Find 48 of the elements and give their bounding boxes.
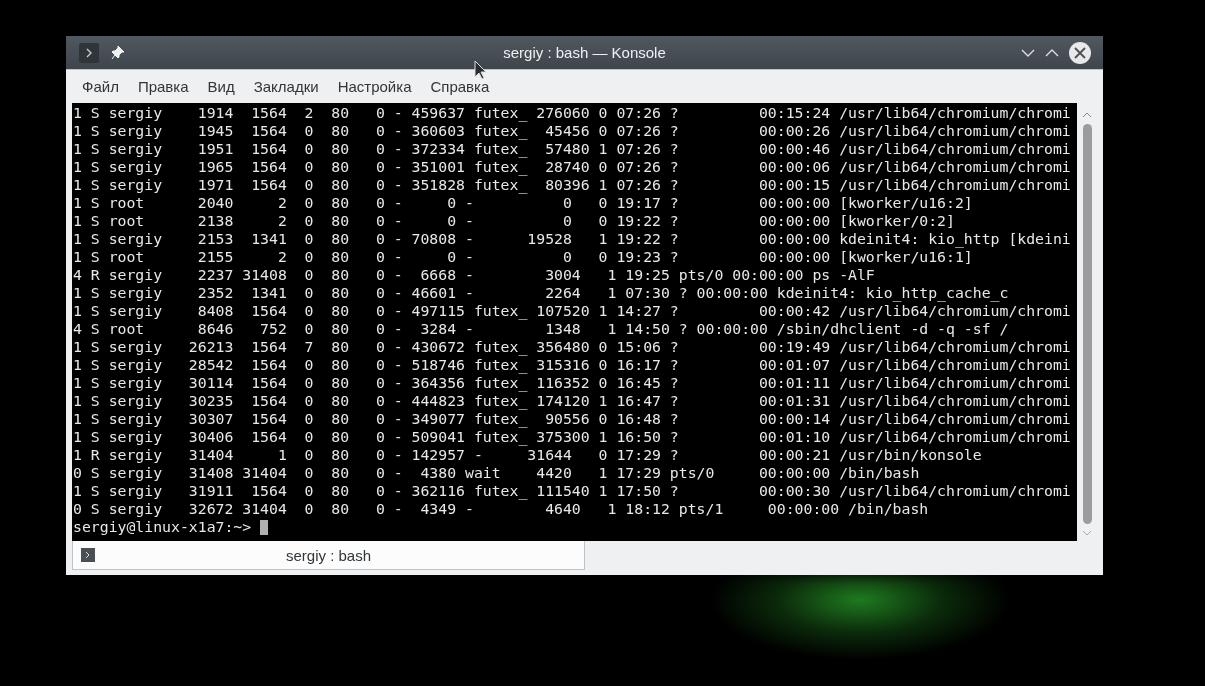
terminal-icon (81, 548, 95, 562)
chevron-up-icon (1045, 48, 1059, 57)
terminal-line: 0 S sergiy 31408 31404 0 80 0 - 4380 wait 4420 1 17:29 pts/0 00:00:00 /bin/bash (73, 464, 921, 482)
pin-icon (111, 45, 125, 60)
window-menu-button[interactable] (79, 42, 99, 63)
terminal-line: 1 S root 2040 2 0 80 0 - 0 - 0 0 19:17 ? 00:00:00 [kworker/u16:2] (73, 194, 974, 212)
terminal-line: 1 S sergiy 1914 1564 2 80 0 - 459637 futex_ 276060 0 07:26 ? 00:15:24 /usr/lib64/chromium/chromi (73, 104, 1072, 122)
chevron-down-icon[interactable] (1082, 530, 1092, 536)
window-title: sergiy : bash — Konsole (503, 44, 666, 61)
terminal-line: 1 S sergiy 30235 1564 0 80 0 - 444823 futex_ 174120 1 16:47 ? 00:01:31 /usr/lib64/chromium/chromi (73, 392, 1072, 410)
terminal-line: 1 S root 2155 2 0 80 0 - 0 - 0 0 19:23 ? 00:00:00 [kworker/u16:1] (73, 248, 974, 266)
close-icon (1074, 46, 1086, 59)
terminal-line: 1 S sergiy 30307 1564 0 80 0 - 349077 futex_ 90556 0 16:48 ? 00:00:14 /usr/lib64/chromium/chromi (73, 410, 1072, 428)
mouse-pointer-icon (474, 60, 487, 80)
terminal-line: 1 S sergiy 28542 1564 0 80 0 - 518746 futex_ 315316 0 16:17 ? 00:01:07 /usr/lib64/chromium/chromi (73, 356, 1072, 374)
menu-item[interactable]: Файл (74, 74, 127, 99)
terminal-line: 1 S sergiy 31911 1564 0 80 0 - 362116 futex_ 111540 1 17:50 ? 00:00:30 /usr/lib64/chromium/chromi (73, 482, 1072, 500)
close-button[interactable] (1069, 41, 1091, 64)
menu-item[interactable]: Справка (422, 74, 498, 99)
terminal-line: 1 S sergiy 2153 1341 0 80 0 - 70808 - 19528 1 19:22 ? 00:00:00 kdeinit4: kio_http [kdeini (73, 230, 1072, 248)
menu-item[interactable]: Настройка (329, 74, 420, 99)
terminal-line: 4 S root 8646 752 0 80 0 - 3284 - 1348 1 14:50 ? 00:00:00 /sbin/dhclient -d -q -sf / (73, 320, 1010, 338)
chevron-down-icon (1021, 48, 1035, 57)
terminal-line: 1 S sergiy 26213 1564 7 80 0 - 430672 futex_ 356480 0 15:06 ? 00:19:49 /usr/lib64/chromium/chromi (73, 338, 1072, 356)
terminal-line: 1 S sergiy 1945 1564 0 80 0 - 360603 futex_ 45456 0 07:26 ? 00:00:26 /usr/lib64/chromium/chromi (73, 122, 1072, 140)
terminal-line: 1 S sergiy 30406 1564 0 80 0 - 509041 futex_ 375300 1 16:50 ? 00:01:10 /usr/lib64/chromium/chromi (73, 428, 1072, 446)
pin-button[interactable] (111, 45, 125, 60)
terminal-line: 0 S sergiy 32672 31404 0 80 0 - 4349 - 4640 1 18:12 pts/1 00:00:00 /bin/bash (73, 500, 930, 518)
terminal-line: 1 S root 2138 2 0 80 0 - 0 - 0 0 19:22 ? 00:00:00 [kworker/0:2] (73, 212, 956, 230)
terminal-tab[interactable]: sergiy : bash (72, 541, 585, 570)
terminal-line: 1 S sergiy 1971 1564 0 80 0 - 351828 futex_ 80396 1 07:26 ? 00:00:15 /usr/lib64/chromium/chromi (73, 176, 1072, 194)
scrollbar-thumb[interactable] (1082, 124, 1092, 524)
menu-item[interactable]: Закладки (245, 74, 327, 99)
terminal-line: 1 S sergiy 2352 1341 0 80 0 - 46601 - 2264 1 07:30 ? 00:00:00 kdeinit4: kio_http_cache_c (73, 284, 1010, 302)
terminal-line: 1 S sergiy 8408 1564 0 80 0 - 497115 futex_ 107520 1 14:27 ? 00:00:42 /usr/lib64/chromium/chromi (73, 302, 1072, 320)
chevron-right-icon (85, 46, 93, 59)
chevron-up-icon[interactable] (1082, 112, 1092, 118)
text-cursor (260, 519, 269, 535)
terminal-line: 1 S sergiy 1951 1564 0 80 0 - 372334 futex_ 57480 1 07:26 ? 00:00:46 /usr/lib64/chromium/chromi (73, 140, 1072, 158)
terminal-line: 1 R sergiy 31404 1 0 80 0 - 142957 - 31644 0 17:29 ? 00:00:21 /usr/bin/konsole (73, 446, 983, 464)
shell-prompt: sergiy@linux-x1a7:~> (73, 518, 252, 536)
minimize-button[interactable] (1021, 48, 1035, 57)
maximize-button[interactable] (1045, 48, 1059, 57)
terminal-line: 1 S sergiy 1965 1564 0 80 0 - 351001 futex_ 28740 0 07:26 ? 00:00:06 /usr/lib64/chromium/chromi (73, 158, 1072, 176)
menu-item[interactable]: Вид (199, 74, 243, 99)
menu-item[interactable]: Правка (129, 74, 197, 99)
terminal-line: 1 S sergiy 30114 1564 0 80 0 - 364356 futex_ 116352 0 16:45 ? 00:01:11 /usr/lib64/chromium/chromi (73, 374, 1072, 392)
terminal-line: 4 R sergiy 2237 31408 0 80 0 - 6668 - 3004 1 19:25 pts/0 00:00:00 ps -AlF (73, 266, 876, 284)
